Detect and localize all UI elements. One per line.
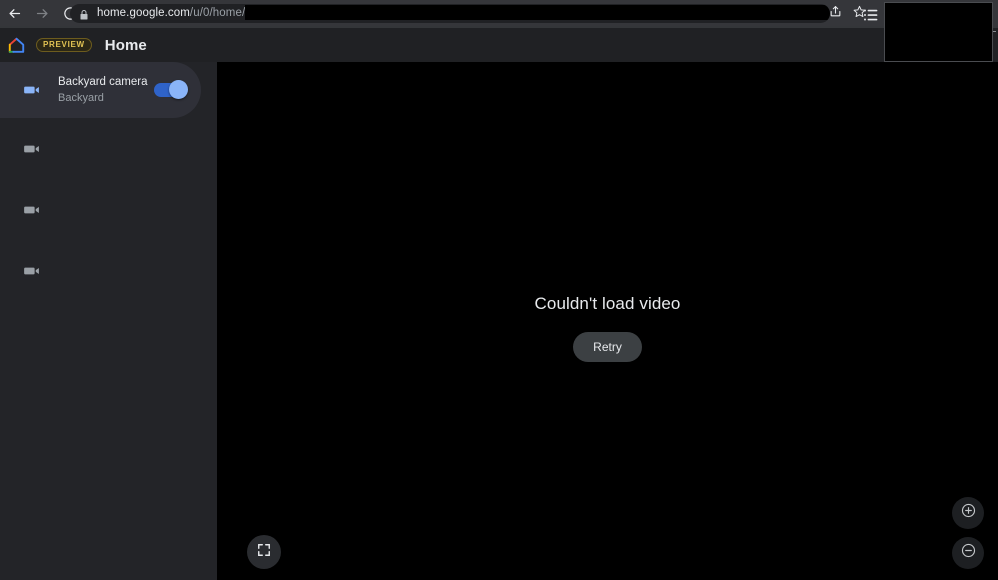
video-error-message: Couldn't load video <box>534 294 681 313</box>
url-path: /u/0/home/ <box>189 7 246 19</box>
sidebar-item-camera-2[interactable] <box>0 118 217 179</box>
device-power-toggle[interactable] <box>154 80 188 99</box>
forward-button[interactable] <box>28 0 56 26</box>
videocam-icon <box>18 262 46 280</box>
url-domain: home.google.com <box>97 7 190 19</box>
fullscreen-button[interactable] <box>247 535 281 569</box>
url-text: home.google.com/u/0/home/ <box>97 4 830 23</box>
list-view-icon <box>862 6 880 29</box>
zoom-controls <box>952 497 984 569</box>
device-name: Backyard camera <box>58 75 148 88</box>
device-room: Backyard <box>58 91 104 104</box>
arrow-left-icon <box>7 6 22 21</box>
google-home-logo-icon <box>7 36 26 55</box>
retry-button[interactable]: Retry <box>573 332 642 362</box>
videocam-icon <box>18 81 46 99</box>
url-selection-highlight <box>245 5 830 21</box>
sidebar-item-backyard-camera[interactable]: Backyard camera Backyard <box>0 62 201 118</box>
lock-icon <box>78 8 90 20</box>
app-header: PREVIEW Home <box>0 28 998 62</box>
camera-video-panel: Couldn't load video Retry <box>217 62 998 580</box>
videocam-icon <box>18 140 46 158</box>
device-text: Backyard camera Backyard <box>58 75 154 106</box>
sidebar-item-camera-4[interactable] <box>0 240 217 301</box>
share-icon <box>829 5 842 23</box>
fullscreen-icon <box>257 543 271 562</box>
share-button[interactable] <box>825 4 845 23</box>
preview-badge: PREVIEW <box>36 38 92 52</box>
address-bar[interactable]: home.google.com/u/0/home/ <box>70 4 830 23</box>
black-overlay-panel <box>884 2 993 62</box>
toggle-knob <box>169 80 188 99</box>
back-button[interactable] <box>0 0 28 26</box>
page-title: Home <box>104 36 147 54</box>
zoom-in-icon <box>960 502 977 524</box>
device-sidebar: Backyard camera Backyard <box>0 62 217 580</box>
sidebar-item-camera-3[interactable] <box>0 179 217 240</box>
zoom-out-icon <box>960 542 977 564</box>
videocam-icon <box>18 201 46 219</box>
zoom-out-button[interactable] <box>952 537 984 569</box>
zoom-in-button[interactable] <box>952 497 984 529</box>
list-view-button[interactable] <box>860 6 882 28</box>
video-error-block: Couldn't load video Retry <box>217 294 998 362</box>
arrow-right-icon <box>35 6 50 21</box>
overlay-edge-marker <box>993 31 996 32</box>
